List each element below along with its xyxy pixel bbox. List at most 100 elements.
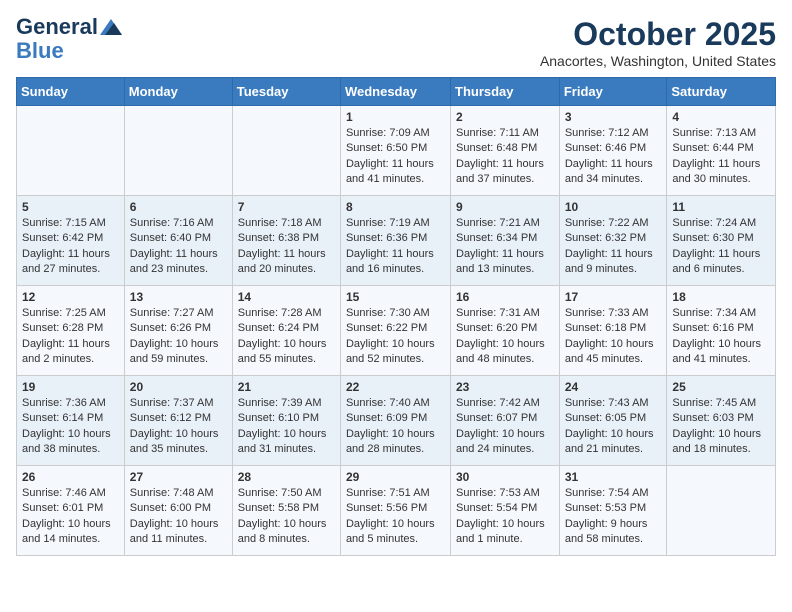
day-info: Sunrise: 7:15 AM Sunset: 6:42 PM Dayligh… — [22, 216, 119, 278]
calendar-cell: 16Sunrise: 7:31 AM Sunset: 6:20 PM Dayli… — [451, 286, 560, 376]
day-info: Sunrise: 7:46 AM Sunset: 6:01 PM Dayligh… — [22, 486, 119, 548]
day-info: Sunrise: 7:50 AM Sunset: 5:58 PM Dayligh… — [238, 486, 335, 548]
day-info: Sunrise: 7:18 AM Sunset: 6:38 PM Dayligh… — [238, 216, 335, 278]
calendar-body: 1 Sunrise: 7:09 AM Sunset: 6:50 PM Daylig… — [17, 106, 776, 556]
title-block: October 2025 Anacortes, Washington, Unit… — [540, 16, 776, 69]
day-number: 28 — [238, 470, 335, 484]
day-info: Sunrise: 7:21 AM Sunset: 6:34 PM Dayligh… — [456, 216, 554, 278]
day-info: Sunrise: 7:33 AM Sunset: 6:18 PM Dayligh… — [565, 306, 662, 368]
day-number: 25 — [672, 380, 770, 394]
calendar-table: SundayMondayTuesdayWednesdayThursdayFrid… — [16, 77, 776, 556]
calendar-cell: 30Sunrise: 7:53 AM Sunset: 5:54 PM Dayli… — [451, 466, 560, 556]
calendar-cell: 19Sunrise: 7:36 AM Sunset: 6:14 PM Dayli… — [17, 376, 125, 466]
day-number: 8 — [346, 200, 445, 214]
calendar-cell: 25Sunrise: 7:45 AM Sunset: 6:03 PM Dayli… — [667, 376, 776, 466]
calendar-cell: 31 Sunrise: 7:54 AM Sunset: 5:53 PM Dayli… — [559, 466, 667, 556]
day-number: 26 — [22, 470, 119, 484]
calendar-cell — [232, 106, 340, 196]
header-day-monday: Monday — [124, 78, 232, 106]
day-number: 7 — [238, 200, 335, 214]
day-number: 13 — [130, 290, 227, 304]
calendar-cell: 4 Sunrise: 7:13 AM Sunset: 6:44 PM Daylig… — [667, 106, 776, 196]
calendar-cell: 18 Sunrise: 7:34 AM Sunset: 6:16 PM Dayli… — [667, 286, 776, 376]
calendar-cell: 11 Sunrise: 7:24 AM Sunset: 6:30 PM Dayli… — [667, 196, 776, 286]
day-info: Sunrise: 7:53 AM Sunset: 5:54 PM Dayligh… — [456, 486, 554, 548]
calendar-cell: 20 Sunrise: 7:37 AM Sunset: 6:12 PM Dayli… — [124, 376, 232, 466]
calendar-cell: 28 Sunrise: 7:50 AM Sunset: 5:58 PM Dayli… — [232, 466, 340, 556]
header-day-thursday: Thursday — [451, 78, 560, 106]
day-info: Sunrise: 7:43 AM Sunset: 6:05 PM Dayligh… — [565, 396, 662, 458]
calendar-week-4: 19Sunrise: 7:36 AM Sunset: 6:14 PM Dayli… — [17, 376, 776, 466]
day-number: 4 — [672, 110, 770, 124]
day-info: Sunrise: 7:16 AM Sunset: 6:40 PM Dayligh… — [130, 216, 227, 278]
day-info: Sunrise: 7:28 AM Sunset: 6:24 PM Dayligh… — [238, 306, 335, 368]
day-info: Sunrise: 7:11 AM Sunset: 6:48 PM Dayligh… — [456, 126, 554, 188]
day-info: Sunrise: 7:25 AM Sunset: 6:28 PM Dayligh… — [22, 306, 119, 368]
day-info: Sunrise: 7:12 AM Sunset: 6:46 PM Dayligh… — [565, 126, 662, 188]
day-info: Sunrise: 7:40 AM Sunset: 6:09 PM Dayligh… — [346, 396, 445, 458]
header-day-wednesday: Wednesday — [340, 78, 450, 106]
calendar-cell — [124, 106, 232, 196]
day-info: Sunrise: 7:24 AM Sunset: 6:30 PM Dayligh… — [672, 216, 770, 278]
calendar-cell: 29 Sunrise: 7:51 AM Sunset: 5:56 PM Dayli… — [340, 466, 450, 556]
day-info: Sunrise: 7:31 AM Sunset: 6:20 PM Dayligh… — [456, 306, 554, 368]
day-number: 5 — [22, 200, 119, 214]
day-info: Sunrise: 7:39 AM Sunset: 6:10 PM Dayligh… — [238, 396, 335, 458]
day-info: Sunrise: 7:51 AM Sunset: 5:56 PM Dayligh… — [346, 486, 445, 548]
day-info: Sunrise: 7:34 AM Sunset: 6:16 PM Dayligh… — [672, 306, 770, 368]
day-number: 29 — [346, 470, 445, 484]
calendar-cell: 14 Sunrise: 7:28 AM Sunset: 6:24 PM Dayli… — [232, 286, 340, 376]
day-number: 20 — [130, 380, 227, 394]
calendar-cell: 12Sunrise: 7:25 AM Sunset: 6:28 PM Dayli… — [17, 286, 125, 376]
calendar-header: SundayMondayTuesdayWednesdayThursdayFrid… — [17, 78, 776, 106]
header-day-saturday: Saturday — [667, 78, 776, 106]
calendar-cell: 24Sunrise: 7:43 AM Sunset: 6:05 PM Dayli… — [559, 376, 667, 466]
calendar-cell — [667, 466, 776, 556]
logo-general: General — [16, 16, 98, 38]
calendar-cell: 13 Sunrise: 7:27 AM Sunset: 6:26 PM Dayli… — [124, 286, 232, 376]
calendar-cell: 21 Sunrise: 7:39 AM Sunset: 6:10 PM Dayli… — [232, 376, 340, 466]
day-info: Sunrise: 7:22 AM Sunset: 6:32 PM Dayligh… — [565, 216, 662, 278]
header-row: SundayMondayTuesdayWednesdayThursdayFrid… — [17, 78, 776, 106]
header-day-tuesday: Tuesday — [232, 78, 340, 106]
day-info: Sunrise: 7:48 AM Sunset: 6:00 PM Dayligh… — [130, 486, 227, 548]
day-number: 14 — [238, 290, 335, 304]
day-number: 18 — [672, 290, 770, 304]
logo: General Blue — [16, 16, 122, 64]
location: Anacortes, Washington, United States — [540, 53, 776, 69]
day-number: 27 — [130, 470, 227, 484]
calendar-cell: 22Sunrise: 7:40 AM Sunset: 6:09 PM Dayli… — [340, 376, 450, 466]
calendar-cell: 27 Sunrise: 7:48 AM Sunset: 6:00 PM Dayli… — [124, 466, 232, 556]
calendar-cell: 1 Sunrise: 7:09 AM Sunset: 6:50 PM Daylig… — [340, 106, 450, 196]
calendar-cell: 9Sunrise: 7:21 AM Sunset: 6:34 PM Daylig… — [451, 196, 560, 286]
day-info: Sunrise: 7:54 AM Sunset: 5:53 PM Dayligh… — [565, 486, 662, 548]
day-info: Sunrise: 7:19 AM Sunset: 6:36 PM Dayligh… — [346, 216, 445, 278]
calendar-cell: 17 Sunrise: 7:33 AM Sunset: 6:18 PM Dayli… — [559, 286, 667, 376]
day-number: 1 — [346, 110, 445, 124]
day-info: Sunrise: 7:13 AM Sunset: 6:44 PM Dayligh… — [672, 126, 770, 188]
calendar-week-1: 1 Sunrise: 7:09 AM Sunset: 6:50 PM Daylig… — [17, 106, 776, 196]
day-number: 21 — [238, 380, 335, 394]
calendar-cell: 10Sunrise: 7:22 AM Sunset: 6:32 PM Dayli… — [559, 196, 667, 286]
day-number: 17 — [565, 290, 662, 304]
logo-icon — [100, 19, 122, 35]
day-info: Sunrise: 7:37 AM Sunset: 6:12 PM Dayligh… — [130, 396, 227, 458]
calendar-cell: 8 Sunrise: 7:19 AM Sunset: 6:36 PM Daylig… — [340, 196, 450, 286]
day-number: 23 — [456, 380, 554, 394]
calendar-cell — [17, 106, 125, 196]
day-info: Sunrise: 7:36 AM Sunset: 6:14 PM Dayligh… — [22, 396, 119, 458]
header-day-friday: Friday — [559, 78, 667, 106]
day-info: Sunrise: 7:30 AM Sunset: 6:22 PM Dayligh… — [346, 306, 445, 368]
day-number: 11 — [672, 200, 770, 214]
day-number: 31 — [565, 470, 662, 484]
calendar-week-2: 5 Sunrise: 7:15 AM Sunset: 6:42 PM Daylig… — [17, 196, 776, 286]
day-number: 2 — [456, 110, 554, 124]
day-info: Sunrise: 7:27 AM Sunset: 6:26 PM Dayligh… — [130, 306, 227, 368]
day-number: 6 — [130, 200, 227, 214]
calendar-cell: 5 Sunrise: 7:15 AM Sunset: 6:42 PM Daylig… — [17, 196, 125, 286]
header-day-sunday: Sunday — [17, 78, 125, 106]
calendar-week-3: 12Sunrise: 7:25 AM Sunset: 6:28 PM Dayli… — [17, 286, 776, 376]
calendar-cell: 26 Sunrise: 7:46 AM Sunset: 6:01 PM Dayli… — [17, 466, 125, 556]
day-info: Sunrise: 7:09 AM Sunset: 6:50 PM Dayligh… — [346, 126, 445, 188]
calendar-cell: 15Sunrise: 7:30 AM Sunset: 6:22 PM Dayli… — [340, 286, 450, 376]
